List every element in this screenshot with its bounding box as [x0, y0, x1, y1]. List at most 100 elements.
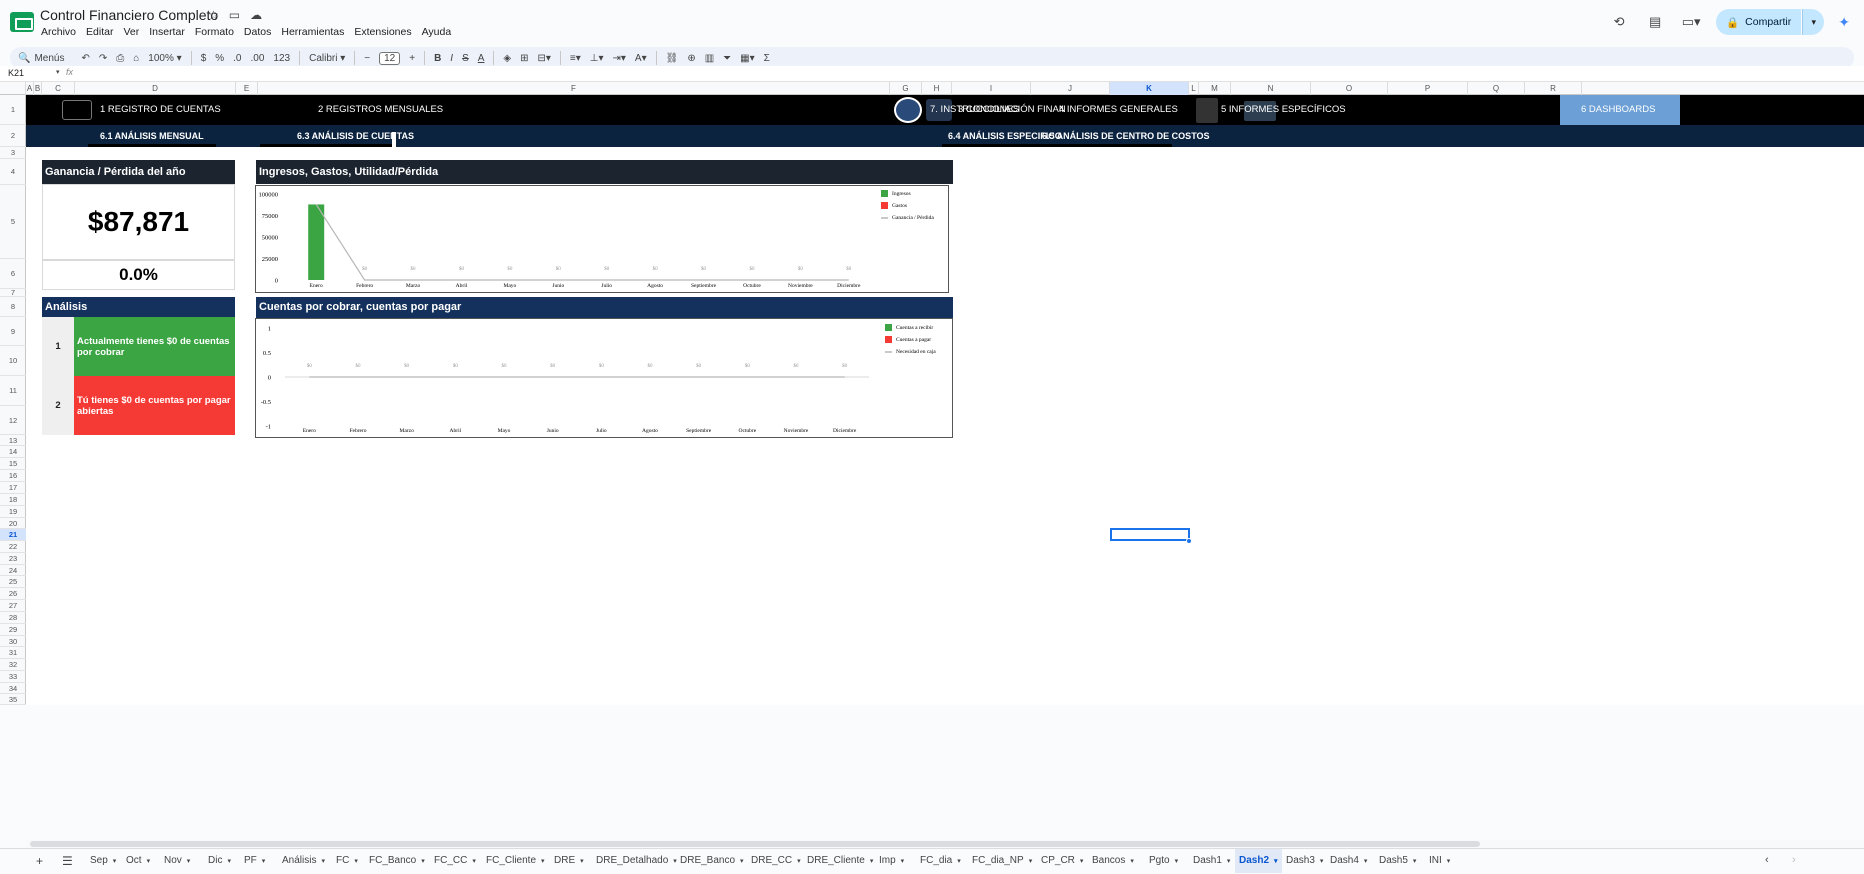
- chevron-down-icon[interactable]: ▾: [147, 858, 151, 865]
- move-folder-icon[interactable]: ▭: [229, 8, 240, 22]
- menu-herramientas[interactable]: Herramientas: [281, 26, 344, 38]
- sheet-tab-oct[interactable]: Oct ▾: [122, 849, 154, 873]
- menu-archivo[interactable]: Archivo: [41, 26, 76, 38]
- chevron-down-icon[interactable]: ▾: [1130, 858, 1134, 865]
- comments-icon[interactable]: ▤: [1644, 11, 1666, 33]
- share-dropdown-button[interactable]: ▾: [1802, 9, 1825, 35]
- menu-datos[interactable]: Datos: [244, 26, 271, 38]
- column-header[interactable]: B: [34, 82, 42, 95]
- chevron-down-icon[interactable]: ▾: [472, 858, 476, 865]
- sheet-tab-dash4[interactable]: Dash4 ▾: [1326, 849, 1371, 873]
- subnav-analisis-mensual[interactable]: 6.1 ANÁLISIS MENSUAL: [100, 131, 204, 141]
- sheet-tab-dre-cc[interactable]: DRE_CC ▾: [747, 849, 805, 873]
- font-size-increase-icon[interactable]: +: [409, 53, 415, 64]
- horizontal-scrollbar[interactable]: [26, 840, 1864, 848]
- menu-search[interactable]: 🔍 Menús: [18, 52, 73, 64]
- chevron-down-icon[interactable]: ▾: [797, 858, 801, 865]
- row-header[interactable]: 9: [0, 317, 26, 346]
- horizontal-align-icon[interactable]: ≡▾: [570, 53, 581, 64]
- row-header[interactable]: 12: [0, 406, 26, 435]
- chevron-down-icon[interactable]: ▾: [1080, 858, 1084, 865]
- sheet-tab-imp[interactable]: Imp ▾: [875, 849, 908, 873]
- row-header[interactable]: 28: [0, 612, 26, 624]
- sheet-tab-dash3[interactable]: Dash3 ▾: [1282, 849, 1327, 873]
- nav-informes-especificos[interactable]: 5 INFORMES ESPECÍFICOS: [1221, 104, 1346, 115]
- chevron-down-icon[interactable]: ▾: [1364, 858, 1368, 865]
- chevron-down-icon[interactable]: ▾: [740, 858, 744, 865]
- menu-extensiones[interactable]: Extensiones: [354, 26, 411, 38]
- chevron-down-icon[interactable]: ▾: [1274, 858, 1278, 865]
- filter-icon[interactable]: ⏷: [723, 53, 731, 64]
- row-header[interactable]: 31: [0, 647, 26, 659]
- sheet-tab-dre-detalhado[interactable]: DRE_Detalhado ▾: [592, 849, 681, 873]
- sheet-tab-fc[interactable]: FC ▾: [332, 849, 362, 873]
- insert-chart-icon[interactable]: ▥: [705, 53, 714, 64]
- scrollbar-thumb[interactable]: [30, 841, 1480, 847]
- sheet-tab-dre[interactable]: DRE ▾: [550, 849, 588, 873]
- selected-cell[interactable]: [1110, 528, 1190, 541]
- row-header[interactable]: 33: [0, 671, 26, 683]
- strikethrough-icon[interactable]: S: [462, 53, 469, 64]
- row-header[interactable]: 7: [0, 289, 26, 297]
- chevron-down-icon[interactable]: ▾: [421, 858, 425, 865]
- sheet-tab-dic[interactable]: Dic ▾: [204, 849, 235, 873]
- percent-format-button[interactable]: %: [215, 53, 224, 64]
- name-box[interactable]: K21: [8, 68, 58, 78]
- row-header[interactable]: 4: [0, 159, 26, 185]
- sheet-tab-fc-banco[interactable]: FC_Banco ▾: [365, 849, 429, 873]
- chevron-down-icon[interactable]: ▾: [1175, 858, 1179, 865]
- chevron-down-icon[interactable]: ▾: [870, 858, 874, 865]
- sheet-tab-pgto[interactable]: Pgto ▾: [1145, 849, 1182, 873]
- row-header[interactable]: 2: [0, 125, 26, 147]
- row-header[interactable]: 21: [0, 529, 26, 541]
- sheet-tab-an-lisis[interactable]: Análisis ▾: [278, 849, 329, 873]
- chevron-down-icon[interactable]: ▾: [187, 858, 191, 865]
- fill-color-icon[interactable]: ◈: [503, 53, 511, 64]
- column-header[interactable]: F: [258, 82, 890, 95]
- row-header[interactable]: 20: [0, 518, 26, 529]
- sheet-tab-nov[interactable]: Nov ▾: [160, 849, 194, 873]
- row-header[interactable]: 32: [0, 659, 26, 671]
- zoom-select[interactable]: 100% ▾: [148, 53, 181, 64]
- sheet-tab-bancos[interactable]: Bancos ▾: [1088, 849, 1138, 873]
- sheet-tab-dash1[interactable]: Dash1 ▾: [1189, 849, 1234, 873]
- row-header[interactable]: 10: [0, 346, 26, 376]
- chevron-down-icon[interactable]: ▾: [262, 858, 266, 865]
- column-header[interactable]: R: [1525, 82, 1582, 95]
- column-header[interactable]: I: [952, 82, 1031, 95]
- chevron-down-icon[interactable]: ▾: [1320, 858, 1324, 865]
- nav-registro-cuentas[interactable]: 1 REGISTRO DE CUENTAS: [100, 104, 221, 115]
- row-header[interactable]: 11: [0, 376, 26, 406]
- sheets-logo-icon[interactable]: [10, 12, 34, 32]
- chevron-down-icon[interactable]: ▾: [957, 858, 961, 865]
- menu-ver[interactable]: Ver: [123, 26, 139, 38]
- meet-icon[interactable]: ▭▾: [1680, 11, 1702, 33]
- name-box-dropdown-icon[interactable]: ▾: [56, 68, 60, 76]
- chevron-down-icon[interactable]: ▾: [227, 858, 231, 865]
- column-header[interactable]: K: [1110, 82, 1189, 95]
- select-all-corner[interactable]: [0, 82, 26, 95]
- chevron-down-icon[interactable]: ▾: [354, 858, 358, 865]
- row-header[interactable]: 26: [0, 588, 26, 600]
- row-header[interactable]: 18: [0, 494, 26, 506]
- text-color-icon[interactable]: A: [478, 53, 485, 64]
- nav-informes-generales[interactable]: 4 INFORMES GENERALES: [1059, 104, 1178, 115]
- scroll-tabs-left-icon[interactable]: ‹: [1765, 854, 1769, 866]
- row-header[interactable]: 5: [0, 185, 26, 259]
- sheet-grid[interactable]: 1 REGISTRO DE CUENTAS 2 REGISTROS MENSUA…: [26, 95, 1864, 705]
- sheet-tab-fc-cliente[interactable]: FC_Cliente ▾: [482, 849, 549, 873]
- sheet-tab-sep[interactable]: Sep ▾: [86, 849, 120, 873]
- column-header[interactable]: M: [1199, 82, 1231, 95]
- font-select[interactable]: Calibri ▾: [309, 53, 345, 64]
- sheet-tab-fc-dia[interactable]: FC_dia ▾: [916, 849, 965, 873]
- gemini-icon[interactable]: ✦: [1838, 14, 1850, 31]
- column-header[interactable]: J: [1031, 82, 1110, 95]
- sheet-tab-dash2[interactable]: Dash2 ▾: [1235, 849, 1282, 873]
- chevron-down-icon[interactable]: ▾: [1227, 858, 1231, 865]
- print-icon[interactable]: ⎙: [116, 53, 124, 64]
- row-header[interactable]: 15: [0, 458, 26, 470]
- row-header[interactable]: 23: [0, 553, 26, 565]
- column-header[interactable]: D: [75, 82, 236, 95]
- sheet-tab-cp-cr[interactable]: CP_CR ▾: [1037, 849, 1087, 873]
- nav-conciliacion[interactable]: 3 CONCILIACIÓN FINAN: [958, 104, 1066, 115]
